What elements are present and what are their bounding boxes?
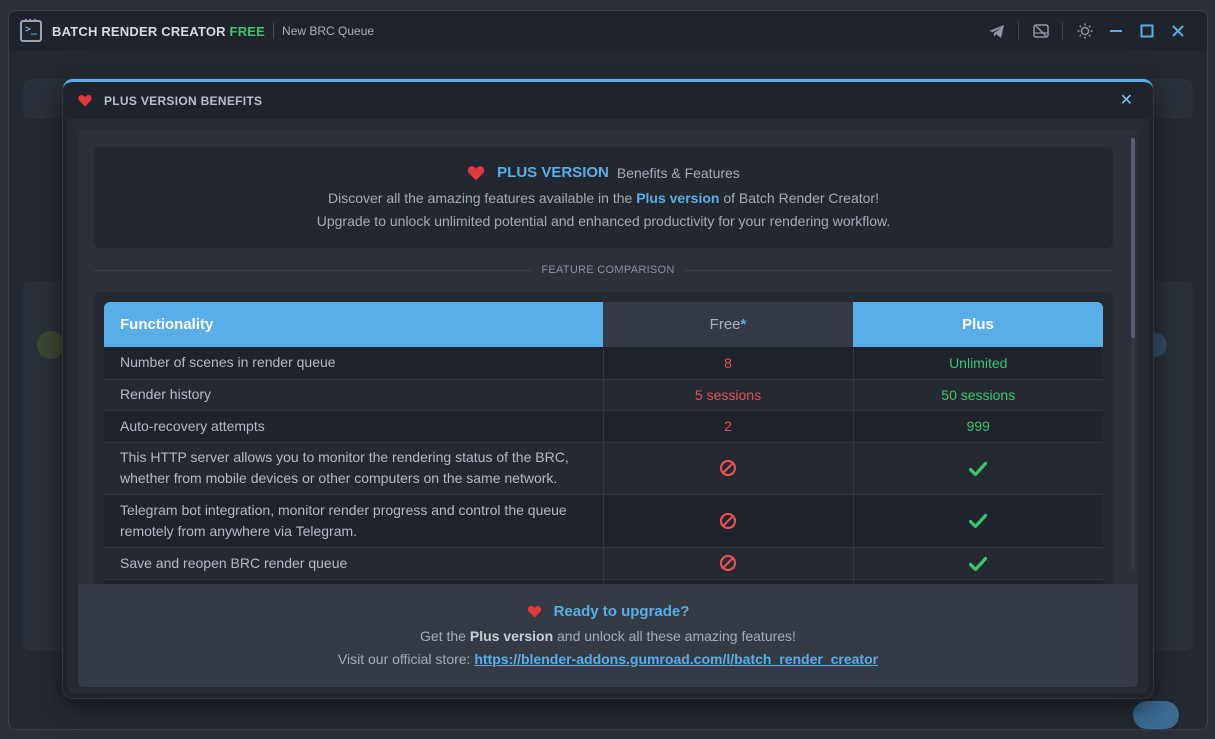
feature-name: Render history <box>104 379 604 411</box>
free-value: 2 <box>603 410 854 443</box>
header-functionality: Functionality <box>104 302 603 347</box>
intro-panel: PLUS VERSION Benefits & Features Discove… <box>94 147 1113 248</box>
section-label: FEATURE COMPARISON <box>531 264 685 276</box>
upgrade-text: Get the <box>420 628 466 644</box>
app-title: BATCH RENDER CREATOR FREE <box>52 24 265 39</box>
upgrade-line-2: Visit our official store: https://blende… <box>78 648 1138 671</box>
header-free: Free* <box>603 302 853 347</box>
feature-name: This HTTP server allows you to monitor t… <box>104 442 604 495</box>
check-icon <box>969 556 988 571</box>
dialog-content: PLUS VERSION Benefits & Features Discove… <box>78 130 1138 687</box>
not-available-icon <box>719 512 737 529</box>
header-plus: Plus <box>853 302 1103 347</box>
intro-plus-label: PLUS VERSION <box>497 164 609 181</box>
feature-name: Telegram bot integration, monitor render… <box>104 494 604 548</box>
upgrade-text: and unlock all these amazing features! <box>557 628 796 644</box>
comparison-table-container: Functionality Free* Plus Number of scene… <box>94 292 1113 584</box>
table-row: Render history 5 sessions 50 sessions <box>104 379 1103 411</box>
intro-line-1: Discover all the amazing features availa… <box>94 187 1113 210</box>
check-icon <box>969 461 988 476</box>
comparison-table: Functionality Free* Plus Number of scene… <box>104 302 1103 584</box>
minimize-icon[interactable] <box>1100 19 1131 43</box>
heart-icon <box>468 165 485 180</box>
free-value: 8 <box>603 347 854 380</box>
queue-name[interactable]: New BRC Queue <box>282 24 374 38</box>
scrollable-content[interactable]: PLUS VERSION Benefits & Features Discove… <box>78 130 1138 584</box>
dialog-header: PLUS VERSION BENEFITS ✕ <box>63 82 1153 119</box>
plus-benefits-dialog: PLUS VERSION BENEFITS ✕ PLUS VERSION Ben… <box>63 79 1153 698</box>
toolbar-separator <box>1018 22 1019 40</box>
toolbar-separator <box>1062 22 1063 40</box>
feature-name: Save and reopen BRC render queue <box>104 547 604 580</box>
vertical-scrollbar[interactable] <box>1131 138 1135 570</box>
footnote-mark: * <box>740 316 747 333</box>
http-server-icon[interactable] <box>1025 19 1056 43</box>
scrollbar-thumb[interactable] <box>1131 138 1135 338</box>
feature-name: Auto-recovery attempts <box>104 410 604 443</box>
upgrade-title: Ready to upgrade? <box>553 603 690 620</box>
free-value: 5 sessions <box>603 379 854 411</box>
table-row: Telegram bot integration, monitor render… <box>104 494 1103 548</box>
heart-icon <box>78 94 92 107</box>
upgrade-line-1: Get the Plus version and unlock all thes… <box>78 625 1138 648</box>
table-row: This HTTP server allows you to monitor t… <box>104 442 1103 495</box>
upgrade-text: Visit our official store: <box>337 651 471 667</box>
not-available-icon <box>719 555 737 572</box>
plus-value <box>853 494 1103 548</box>
plus-value: 50 sessions <box>853 379 1103 411</box>
plus-value <box>853 442 1103 495</box>
table-header-row: Functionality Free* Plus <box>104 302 1103 347</box>
intro-subtitle: Benefits & Features <box>616 164 740 181</box>
free-value <box>603 442 854 495</box>
header-free-label: Free <box>709 316 741 333</box>
plus-value: 999 <box>853 410 1103 443</box>
intro-highlight: Plus version <box>636 190 720 206</box>
edition-badge: FREE <box>229 23 266 39</box>
not-available-icon <box>719 460 737 477</box>
plus-value: Unlimited <box>853 347 1103 380</box>
table-row: Save and reopen BRC render queue <box>104 547 1103 580</box>
close-icon[interactable] <box>1162 19 1193 43</box>
background-button <box>1133 701 1179 729</box>
background-status-dot <box>37 331 65 359</box>
maximize-icon[interactable] <box>1131 19 1162 43</box>
upgrade-footer: Ready to upgrade? Get the Plus version a… <box>78 584 1138 687</box>
free-value <box>603 494 854 548</box>
telegram-icon[interactable] <box>981 19 1012 43</box>
upgrade-highlight: Plus version <box>469 628 554 644</box>
intro-text: Discover all the amazing features availa… <box>328 190 633 206</box>
title-bar: ••• >_ BATCH RENDER CREATOR FREE New BRC… <box>9 11 1207 51</box>
free-value <box>603 547 854 580</box>
theme-icon[interactable] <box>1069 19 1100 43</box>
table-row: Number of scenes in render queue 8 Unlim… <box>104 347 1103 380</box>
dialog-body: PLUS VERSION Benefits & Features Discove… <box>67 119 1149 694</box>
window-controls <box>981 19 1193 43</box>
app-logo-icon: ••• >_ <box>20 17 42 42</box>
dialog-close-button[interactable]: ✕ <box>1120 92 1133 108</box>
plus-value <box>853 547 1103 580</box>
title-separator <box>273 23 275 39</box>
dialog-title: PLUS VERSION BENEFITS <box>104 93 263 108</box>
feature-name: Number of scenes in render queue <box>104 347 604 380</box>
table-row: Auto-recovery attempts 2 999 <box>104 410 1103 443</box>
app-title-text: BATCH RENDER CREATOR <box>52 23 226 39</box>
intro-line-2: Upgrade to unlock unlimited potential an… <box>316 213 891 229</box>
check-icon <box>969 514 988 529</box>
intro-text: of Batch Render Creator! <box>723 190 879 206</box>
store-link[interactable]: https://blender-addons.gumroad.com/l/bat… <box>474 651 878 667</box>
heart-icon <box>527 605 541 618</box>
